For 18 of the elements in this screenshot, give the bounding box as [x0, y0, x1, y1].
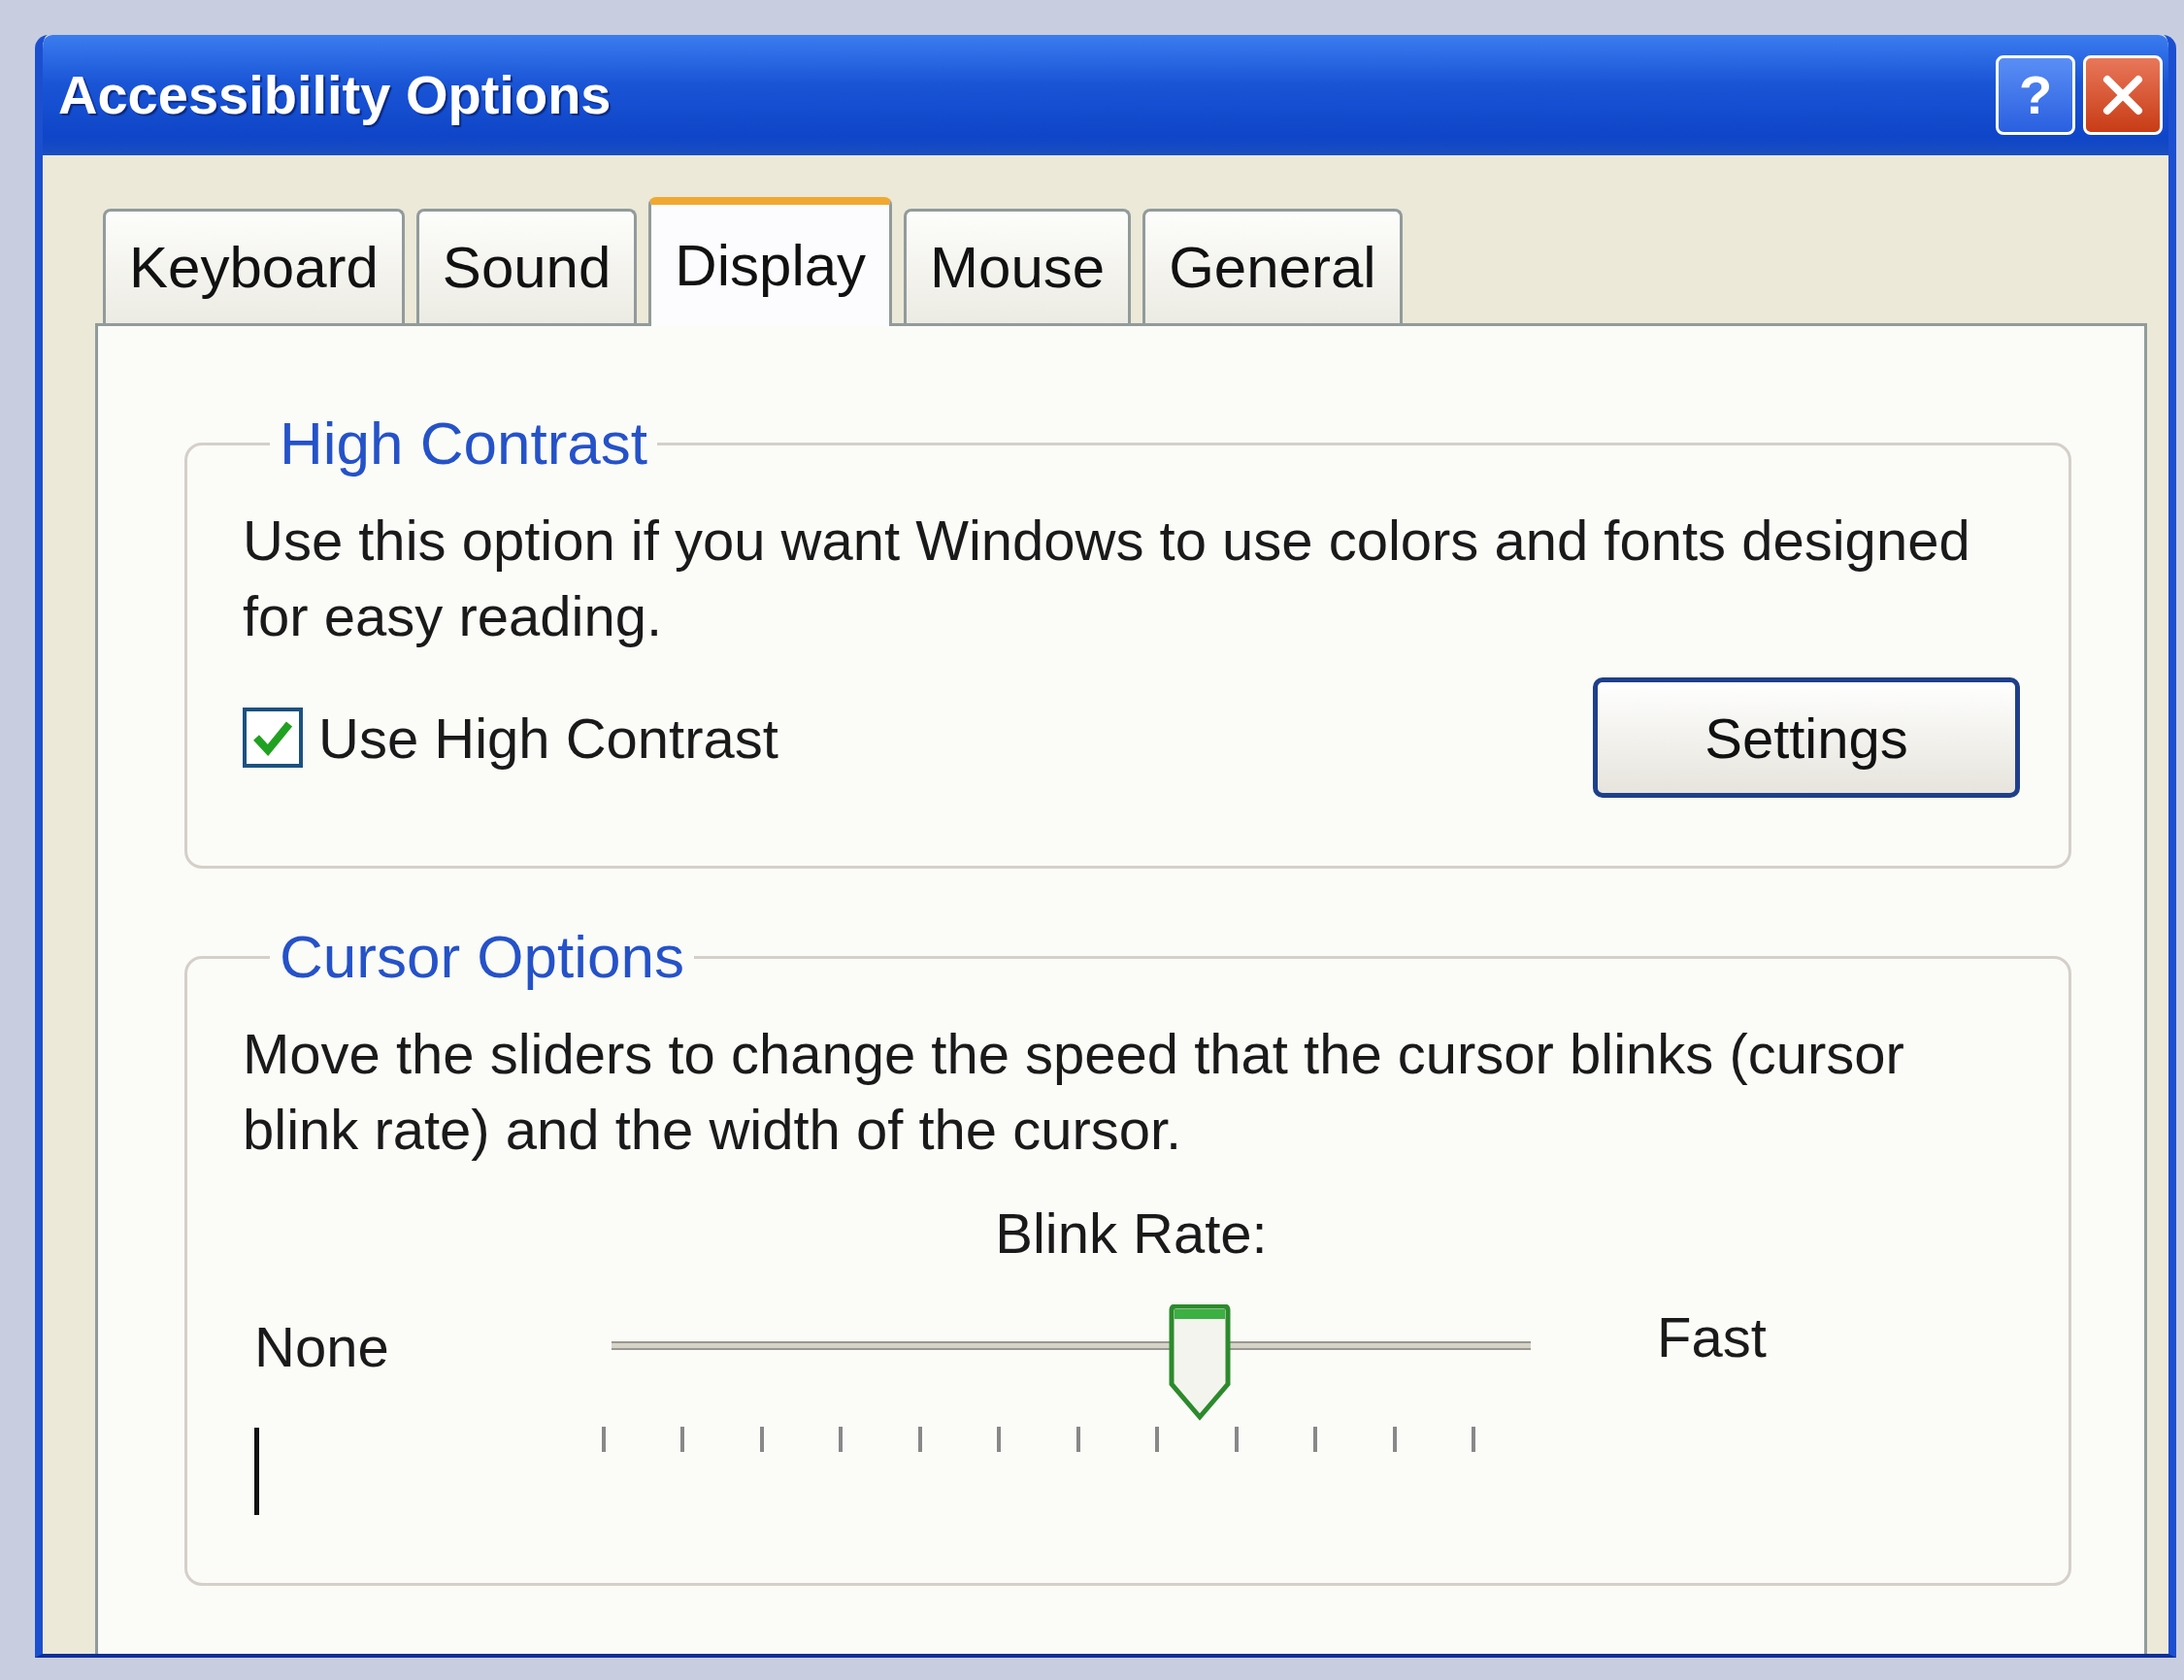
help-button[interactable]: ? [1996, 55, 2075, 135]
tab[interactable]: General [1142, 209, 1403, 323]
close-icon [2101, 74, 2144, 116]
slider-label: Blink Rate: [995, 1201, 1268, 1267]
max-label: Fast [1657, 1305, 1767, 1368]
min-label: None [254, 1314, 390, 1380]
window-title: Accessibility Options [58, 63, 612, 127]
tab[interactable]: Display [648, 197, 893, 326]
checkbox-label: Use High Contrast [318, 705, 778, 772]
tab[interactable]: Mouse [904, 209, 1132, 323]
description-text: Use this option if you want Windows to use colors and fonts designed for easy reading. [243, 508, 1971, 649]
tab[interactable]: Keyboard [103, 209, 405, 323]
slider-thumb[interactable] [1168, 1304, 1233, 1421]
close-button[interactable] [2083, 55, 2163, 135]
settings-button[interactable]: Settings [1593, 677, 2020, 798]
description-text: Move the sliders to change the speed that the cursor blinks (cursor blink rate) and the width of the cursor. [243, 1021, 1905, 1163]
tab[interactable]: Sound [415, 209, 638, 323]
checkbox[interactable] [243, 708, 303, 768]
